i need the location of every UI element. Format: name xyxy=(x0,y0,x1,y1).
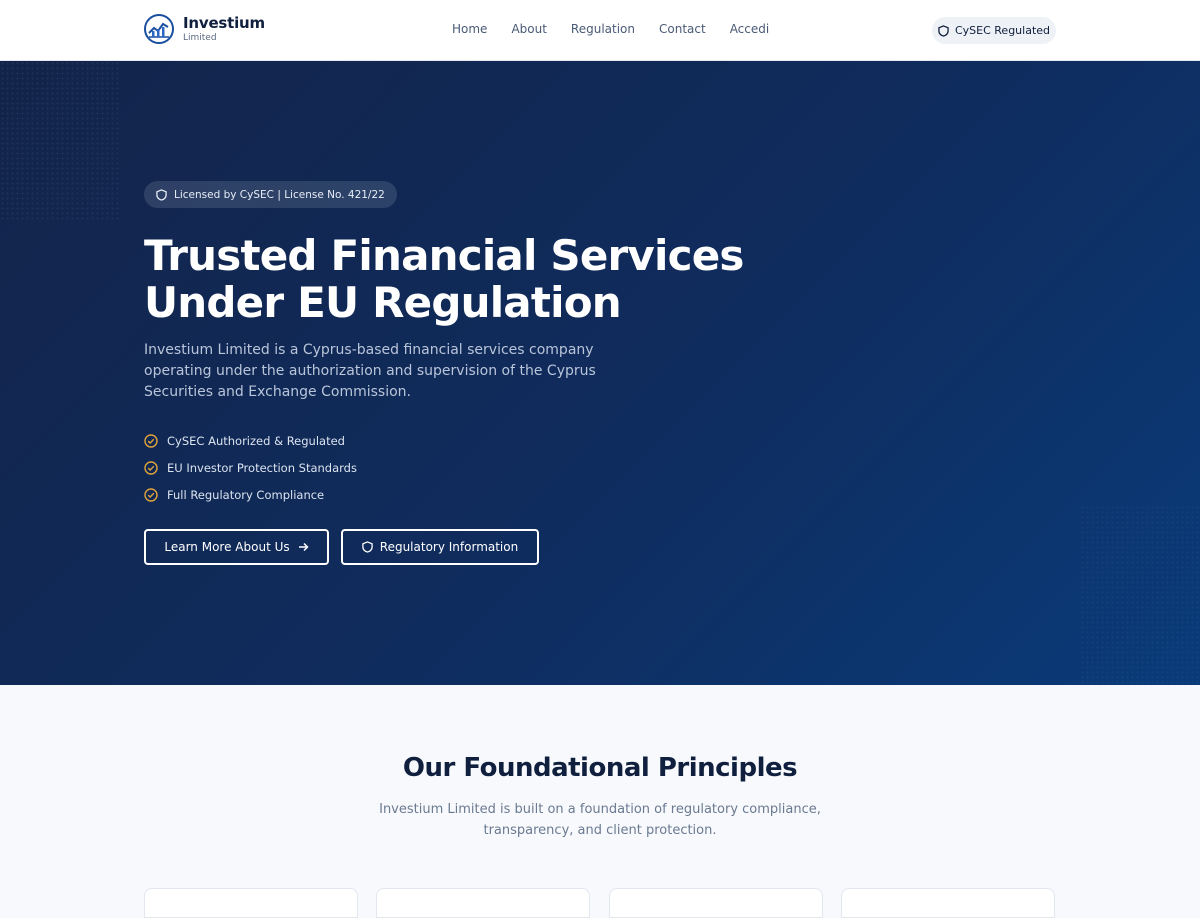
feature-label: EU Investor Protection Standards xyxy=(167,460,357,475)
shield-icon xyxy=(362,541,373,553)
feature-item: CySEC Authorized & Regulated xyxy=(144,427,357,454)
principles-subtitle: Investium Limited is built on a foundati… xyxy=(379,802,821,838)
principles-title: Our Foundational Principles xyxy=(402,753,798,783)
globe-chart-logo-icon xyxy=(144,14,174,44)
learn-more-label: Learn More About Us xyxy=(164,540,290,554)
feature-item: Full Regulatory Compliance xyxy=(144,481,357,508)
hero-section: Licensed by CySEC | License No. 421/22 T… xyxy=(0,61,1200,685)
hero-description: Investium Limited is a Cyprus-based fina… xyxy=(144,342,596,400)
learn-more-button[interactable]: Learn More About Us xyxy=(144,529,329,565)
license-badge: Licensed by CySEC | License No. 421/22 xyxy=(144,181,397,208)
principle-card xyxy=(376,888,590,918)
main-nav: Home About Regulation Contact Accedi xyxy=(452,22,793,36)
nav-about[interactable]: About xyxy=(511,22,546,36)
feature-label: Full Regulatory Compliance xyxy=(167,487,325,502)
brand-subtitle: Limited xyxy=(183,32,217,43)
brand-text: Investium Limited xyxy=(183,13,265,43)
brand-name: Investium xyxy=(183,13,265,32)
hero-title: Trusted Financial Services Under EU Regu… xyxy=(144,232,764,326)
nav-home[interactable]: Home xyxy=(452,22,487,36)
regulatory-info-label: Regulatory Information xyxy=(379,540,519,554)
hero-title-line-1: Trusted Financial Services xyxy=(144,231,744,280)
cysec-regulated-badge: CySEC Regulated xyxy=(932,17,1056,44)
arrow-right-icon xyxy=(298,542,309,552)
check-circle-icon xyxy=(144,433,158,448)
principle-card xyxy=(144,888,358,918)
principle-card xyxy=(841,888,1055,918)
nav-contact[interactable]: Contact xyxy=(659,22,706,36)
feature-item: EU Investor Protection Standards xyxy=(144,454,357,481)
shield-icon xyxy=(938,24,949,37)
hero-dot-pattern-right xyxy=(1080,505,1200,685)
nav-accedi[interactable]: Accedi xyxy=(730,22,770,36)
site-header: Investium Limited Home About Regulation … xyxy=(0,0,1200,61)
regulatory-info-button[interactable]: Regulatory Information xyxy=(341,529,539,565)
principles-section: Our Foundational Principles Investium Li… xyxy=(0,685,1200,918)
check-circle-icon xyxy=(144,460,158,475)
shield-icon xyxy=(156,188,167,201)
principle-card xyxy=(609,888,823,918)
check-circle-icon xyxy=(144,487,158,502)
brand-logo[interactable]: Investium Limited xyxy=(144,14,265,44)
cysec-regulated-label: CySEC Regulated xyxy=(954,24,1051,37)
hero-dot-pattern xyxy=(0,61,120,221)
nav-regulation[interactable]: Regulation xyxy=(571,22,635,36)
feature-list: CySEC Authorized & Regulated EU Investor… xyxy=(144,427,357,508)
license-badge-label: Licensed by CySEC | License No. 421/22 xyxy=(174,188,385,201)
feature-label: CySEC Authorized & Regulated xyxy=(167,433,345,448)
hero-title-line-2: Under EU Regulation xyxy=(144,278,622,327)
